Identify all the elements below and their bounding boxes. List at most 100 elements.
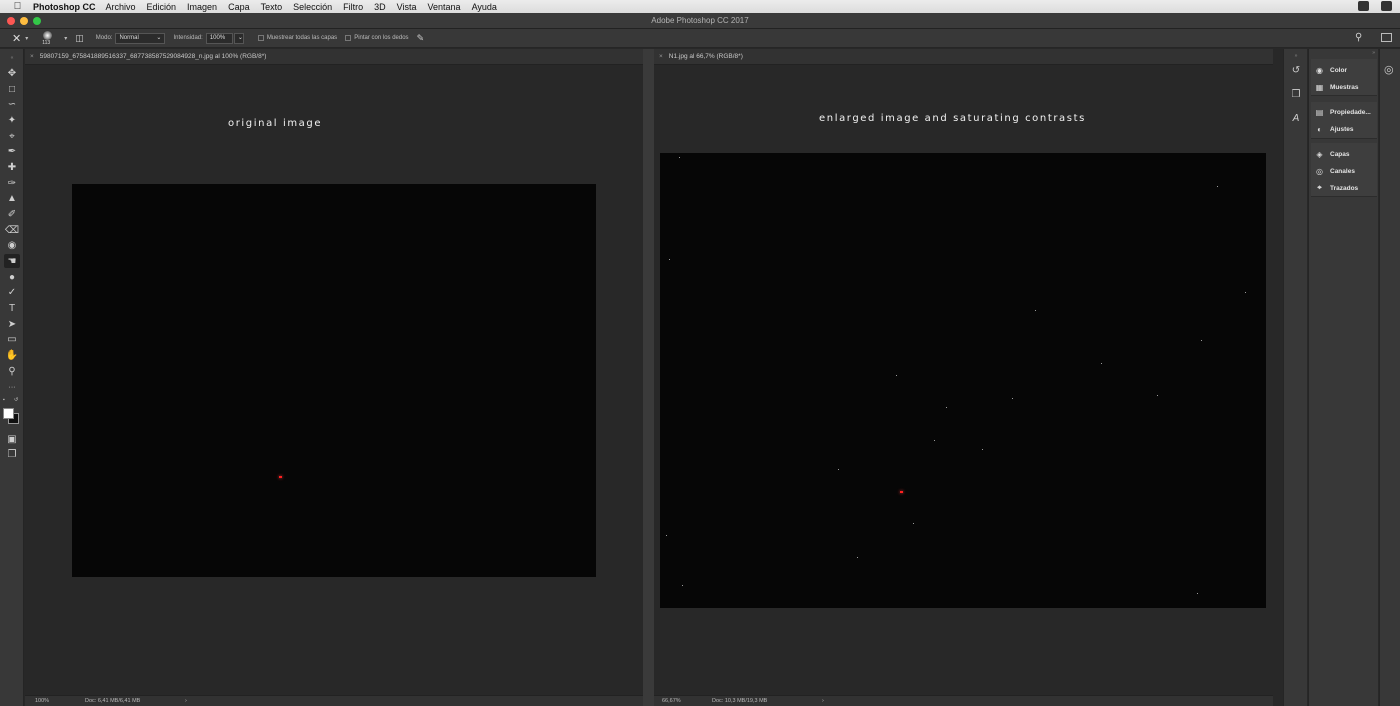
- document-tab[interactable]: × 59807159_675841889516337_6877385875290…: [25, 49, 643, 65]
- zoom-tool-icon[interactable]: ⚲: [4, 364, 20, 378]
- more-tools-icon[interactable]: ···: [4, 380, 20, 394]
- sample-all-layers-checkbox[interactable]: [257, 35, 264, 41]
- close-tab-icon[interactable]: ×: [659, 53, 663, 60]
- zoom-level[interactable]: 100%: [35, 698, 85, 704]
- panel-color[interactable]: ◉ Color: [1314, 63, 1347, 77]
- panel-adjustments[interactable]: ◐ Ajustes: [1314, 122, 1353, 136]
- status-bar: 66,67% Doc: 10,3 MB/19,3 MB ›: [654, 695, 1273, 706]
- zoom-level[interactable]: 66,67%: [662, 698, 712, 704]
- status-bar: 100% Doc: 6,41 MB/6,41 MB ›: [25, 695, 643, 706]
- clone-source-panel-icon[interactable]: ❒: [1290, 89, 1302, 101]
- menu-imagen[interactable]: Imagen: [187, 2, 217, 12]
- panel-properties[interactable]: ▤ Propiedade...: [1314, 105, 1371, 119]
- history-panel-icon[interactable]: ↺: [1290, 65, 1302, 77]
- star-point: [934, 440, 935, 441]
- star-point: [946, 407, 947, 408]
- menu-ventana[interactable]: Ventana: [428, 2, 461, 12]
- star-point: [669, 259, 670, 260]
- star-point: [1245, 292, 1246, 293]
- star-point: [1217, 186, 1218, 187]
- crop-tool-icon[interactable]: ⌖: [4, 129, 20, 143]
- collapse-icon[interactable]: »: [1290, 50, 1302, 62]
- finger-paint-label: Pintar con los dedos: [354, 35, 409, 41]
- image-canvas-original[interactable]: [72, 184, 596, 577]
- status-icon[interactable]: [1358, 1, 1369, 11]
- menu-edicion[interactable]: Edición: [147, 2, 177, 12]
- quick-select-tool-icon[interactable]: ✦: [4, 113, 20, 127]
- menu-archivo[interactable]: Archivo: [106, 2, 136, 12]
- eraser-tool-icon[interactable]: ⌫: [4, 223, 20, 237]
- star-point: [1012, 398, 1013, 399]
- workspace-icon[interactable]: [1381, 33, 1392, 42]
- history-brush-tool-icon[interactable]: ✐: [4, 207, 20, 221]
- intensity-input[interactable]: 100%: [205, 32, 233, 44]
- menu-capa[interactable]: Capa: [228, 2, 250, 12]
- menu-seleccion[interactable]: Selección: [293, 2, 332, 12]
- status-menu-icon[interactable]: ›: [185, 698, 187, 704]
- apple-icon[interactable]: : [11, 1, 24, 12]
- character-panel-icon[interactable]: A: [1290, 113, 1302, 125]
- intensity-dropdown[interactable]: ⌄: [233, 32, 244, 44]
- healing-brush-tool-icon[interactable]: ✚: [4, 160, 20, 174]
- panel-label: Ajustes: [1330, 125, 1354, 133]
- search-icon[interactable]: ⚲: [1355, 32, 1362, 43]
- screen-mode-icon[interactable]: ❐: [4, 447, 20, 461]
- window-titlebar: Adobe Photoshop CC 2017: [0, 13, 1400, 29]
- eyedropper-tool-icon[interactable]: ✒: [4, 144, 20, 158]
- pressure-icon[interactable]: ✎: [417, 33, 425, 44]
- image-canvas-enlarged[interactable]: [660, 153, 1266, 608]
- libraries-icon[interactable]: ◎: [1384, 63, 1394, 76]
- document-tab[interactable]: × N1.jpg al 66,7% (RGB/8*): [654, 49, 1273, 65]
- grid-icon: ▦: [1315, 82, 1324, 92]
- brush-size-value: 113: [42, 40, 51, 46]
- menu-3d[interactable]: 3D: [374, 2, 386, 12]
- dodge-tool-icon[interactable]: ●: [4, 270, 20, 284]
- brush-dropdown-icon[interactable]: ▾: [64, 35, 67, 42]
- path-select-tool-icon[interactable]: ➤: [4, 317, 20, 331]
- status-menu-icon[interactable]: ›: [822, 698, 824, 704]
- quick-mask-icon[interactable]: ▣: [4, 432, 20, 446]
- panel-paths[interactable]: ⌖ Trazados: [1314, 181, 1358, 195]
- paint-bucket-tool-icon[interactable]: ◉: [4, 238, 20, 252]
- star-point: [896, 375, 897, 376]
- collapse-icon[interactable]: «: [4, 51, 20, 65]
- foreground-color-swatch[interactable]: [3, 408, 14, 419]
- menu-ayuda[interactable]: Ayuda: [472, 2, 497, 12]
- brush-panel-icon[interactable]: ◫: [75, 33, 84, 44]
- panel-channels[interactable]: ◎ Canales: [1314, 164, 1355, 178]
- close-tab-icon[interactable]: ×: [30, 53, 34, 60]
- star-point: [1101, 363, 1102, 364]
- brush-preset-picker[interactable]: 113: [38, 30, 58, 46]
- type-tool-icon[interactable]: T: [4, 301, 20, 315]
- menubar-status-icons: [1358, 1, 1392, 11]
- pen-tool-icon[interactable]: ✓: [4, 285, 20, 299]
- menu-app-name[interactable]: Photoshop CC: [33, 2, 96, 12]
- collapse-icon[interactable]: »: [1372, 50, 1375, 56]
- lasso-tool-icon[interactable]: ∽: [4, 97, 20, 111]
- panel-swatches[interactable]: ▦ Muestras: [1314, 80, 1359, 94]
- clone-stamp-tool-icon[interactable]: ▲: [4, 191, 20, 205]
- menu-texto[interactable]: Texto: [261, 2, 283, 12]
- properties-icon: ▤: [1315, 107, 1324, 117]
- smudge-tool-icon[interactable]: ☚: [4, 254, 20, 268]
- rectangle-tool-icon[interactable]: ▭: [4, 332, 20, 346]
- menu-filtro[interactable]: Filtro: [343, 2, 363, 12]
- swap-colors-icon[interactable]: ↺: [14, 397, 18, 403]
- smudge-tool-icon[interactable]: ✕: [12, 32, 21, 45]
- window-title: Adobe Photoshop CC 2017: [651, 16, 749, 25]
- star-point: [1035, 310, 1036, 311]
- marquee-tool-icon[interactable]: □: [4, 82, 20, 96]
- hand-tool-icon[interactable]: ✋: [4, 348, 20, 362]
- default-colors-icon[interactable]: ▪: [3, 397, 5, 403]
- move-tool-icon[interactable]: ✥: [4, 66, 20, 80]
- menu-vista[interactable]: Vista: [397, 2, 417, 12]
- status-icon[interactable]: [1381, 1, 1392, 11]
- document-divider[interactable]: [643, 49, 654, 706]
- brush-tool-icon[interactable]: ✑: [4, 176, 20, 190]
- mode-select[interactable]: Normal ⌄: [115, 32, 166, 44]
- finger-paint-checkbox[interactable]: [345, 35, 352, 41]
- panel-label: Propiedade...: [1330, 108, 1371, 116]
- tool-preset-dropdown-icon[interactable]: ▾: [25, 35, 28, 42]
- panel-layers[interactable]: ◈ Capas: [1314, 147, 1349, 161]
- document-window-original: × 59807159_675841889516337_6877385875290…: [25, 49, 643, 706]
